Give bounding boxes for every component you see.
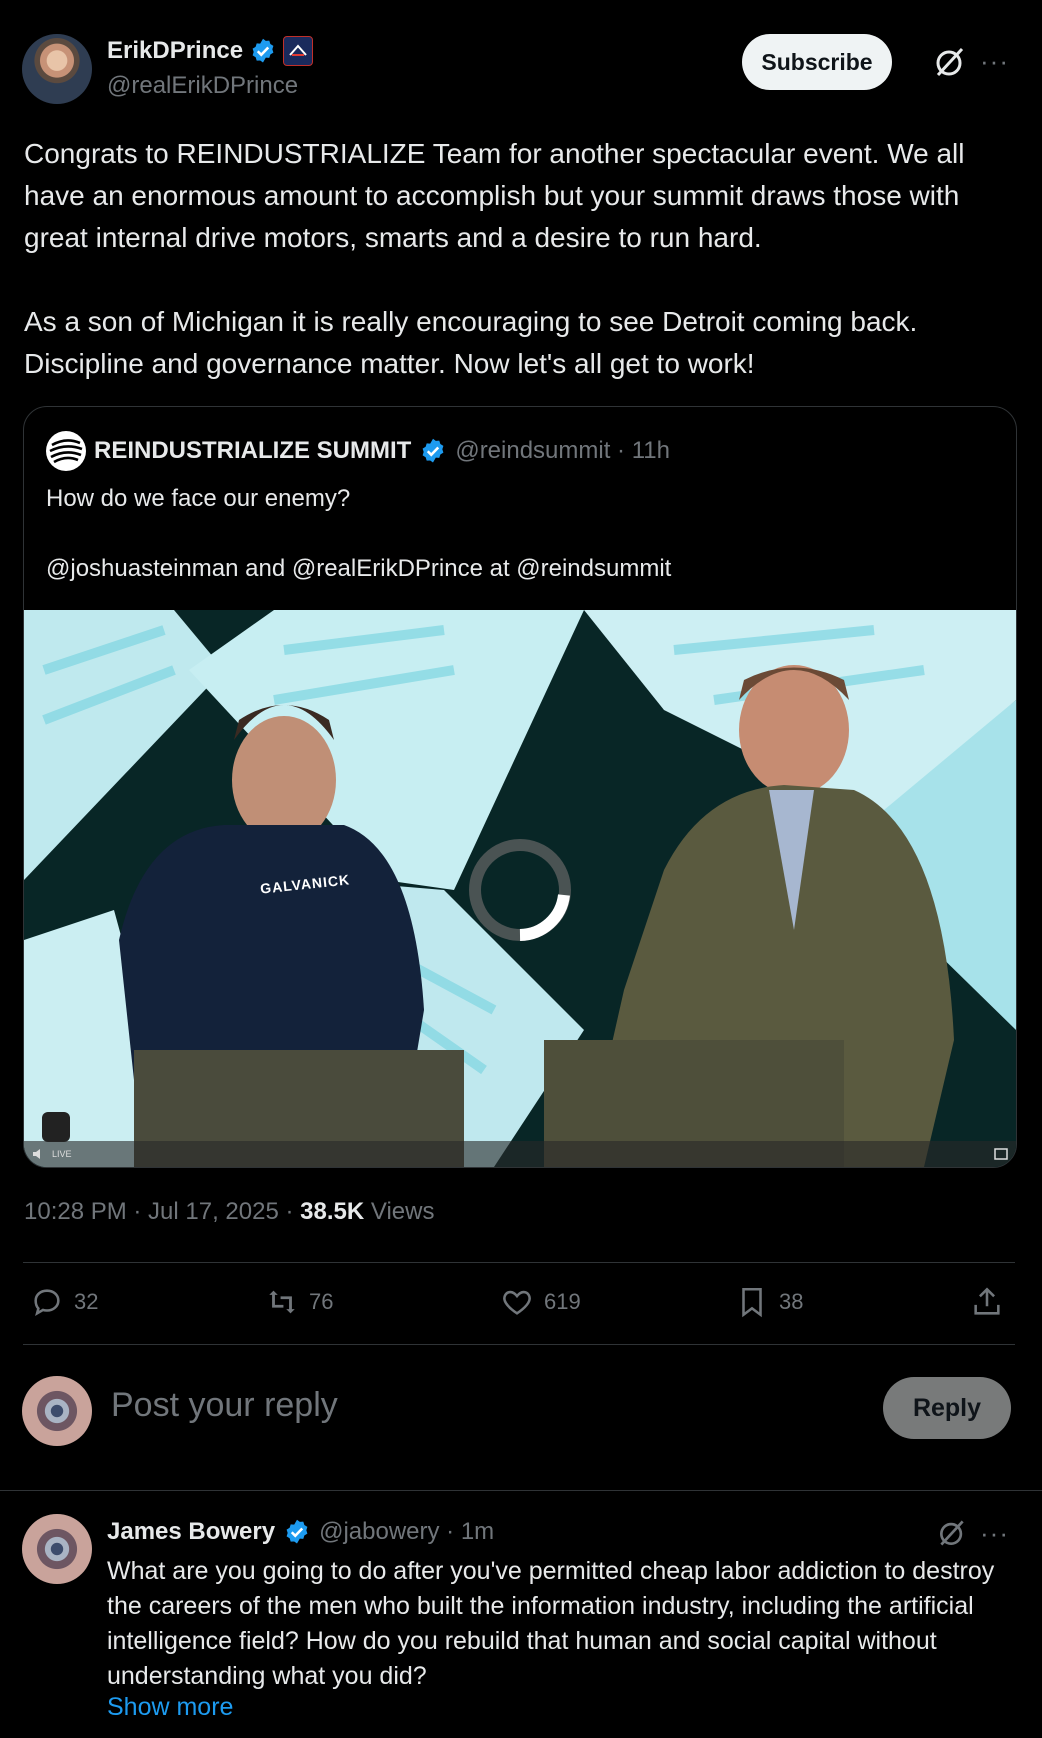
reply-input[interactable]: Post your reply xyxy=(111,1386,338,1425)
affiliation-badge-icon[interactable] xyxy=(283,36,314,66)
share-icon xyxy=(974,1287,1000,1315)
more-icon[interactable]: ··· xyxy=(980,1518,1014,1548)
grok-icon[interactable] xyxy=(932,44,968,80)
like-action[interactable]: 619 xyxy=(500,1285,581,1319)
reply-author-avatar[interactable] xyxy=(22,1514,92,1584)
reply-action[interactable]: 32 xyxy=(30,1285,98,1319)
video-controls[interactable]: LIVE xyxy=(24,1141,1016,1167)
verified-badge-icon xyxy=(286,1519,308,1544)
like-icon xyxy=(503,1290,531,1315)
video-player[interactable]: GALVANICK LIVE xyxy=(24,610,1016,1167)
post-timestamp[interactable]: 10:28 PM · Jul 17, 2025 · xyxy=(24,1198,300,1225)
quoted-author-name[interactable]: REINDUSTRIALIZE SUMMIT xyxy=(94,437,411,465)
verified-badge-icon xyxy=(422,438,444,463)
quoted-author-handle[interactable]: @reindsummit · 11h xyxy=(455,437,670,465)
reindustrialize-logo-icon xyxy=(46,431,86,471)
reply-author-handle[interactable]: @jabowery · 1m xyxy=(319,1518,494,1546)
bookmark-icon xyxy=(742,1287,762,1318)
post-meta: 10:28 PM · Jul 17, 2025 · 38.5K Views xyxy=(24,1198,434,1226)
reply-author-row: James Bowery @jabowery · 1m xyxy=(107,1518,494,1546)
post-text: Congrats to REINDUSTRIALIZE Team for ano… xyxy=(24,138,965,379)
speaker-icon[interactable] xyxy=(32,1148,46,1160)
video-control-pill[interactable] xyxy=(42,1112,70,1142)
verified-badge-icon xyxy=(252,38,274,63)
more-icon[interactable]: ··· xyxy=(980,46,1014,76)
reply-author-name[interactable]: James Bowery xyxy=(107,1518,275,1546)
repost-count: 76 xyxy=(309,1289,334,1314)
views-label: Views xyxy=(364,1198,435,1225)
quoted-post-header: REINDUSTRIALIZE SUMMIT @reindsummit · 11… xyxy=(46,431,670,471)
divider xyxy=(23,1262,1015,1263)
show-more-link[interactable]: Show more xyxy=(107,1693,233,1722)
repost-icon xyxy=(269,1290,295,1314)
author-avatar[interactable] xyxy=(22,34,92,104)
current-user-avatar[interactable] xyxy=(22,1376,92,1446)
quoted-post-text: How do we face our enemy? @joshuasteinma… xyxy=(46,485,672,582)
author-name-row[interactable]: ErikDPrince xyxy=(107,36,314,66)
quoted-post[interactable]: REINDUSTRIALIZE SUMMIT @reindsummit · 11… xyxy=(23,406,1017,1168)
reply-count: 32 xyxy=(74,1289,99,1314)
reply-icon xyxy=(34,1289,60,1316)
like-count: 619 xyxy=(544,1289,581,1314)
divider xyxy=(0,1490,1042,1491)
views-count: 38.5K xyxy=(300,1198,365,1225)
reply-button[interactable]: Reply xyxy=(883,1377,1011,1439)
grok-icon[interactable] xyxy=(936,1517,968,1549)
live-label: LIVE xyxy=(52,1149,72,1159)
bookmark-count: 38 xyxy=(779,1289,804,1314)
subscribe-button[interactable]: Subscribe xyxy=(742,34,892,90)
action-bar: 32 76 619 38 xyxy=(30,1285,1010,1327)
repost-action[interactable]: 76 xyxy=(265,1285,333,1319)
loading-spinner-icon xyxy=(472,842,568,938)
bookmark-action[interactable]: 38 xyxy=(735,1285,803,1319)
author-handle[interactable]: @realErikDPrince xyxy=(107,72,298,100)
share-action[interactable] xyxy=(970,1285,1004,1319)
reply-text: What are you going to do after you've pe… xyxy=(107,1557,995,1690)
author-name[interactable]: ErikDPrince xyxy=(107,37,243,65)
divider xyxy=(23,1344,1015,1345)
fullscreen-icon[interactable] xyxy=(994,1148,1008,1160)
